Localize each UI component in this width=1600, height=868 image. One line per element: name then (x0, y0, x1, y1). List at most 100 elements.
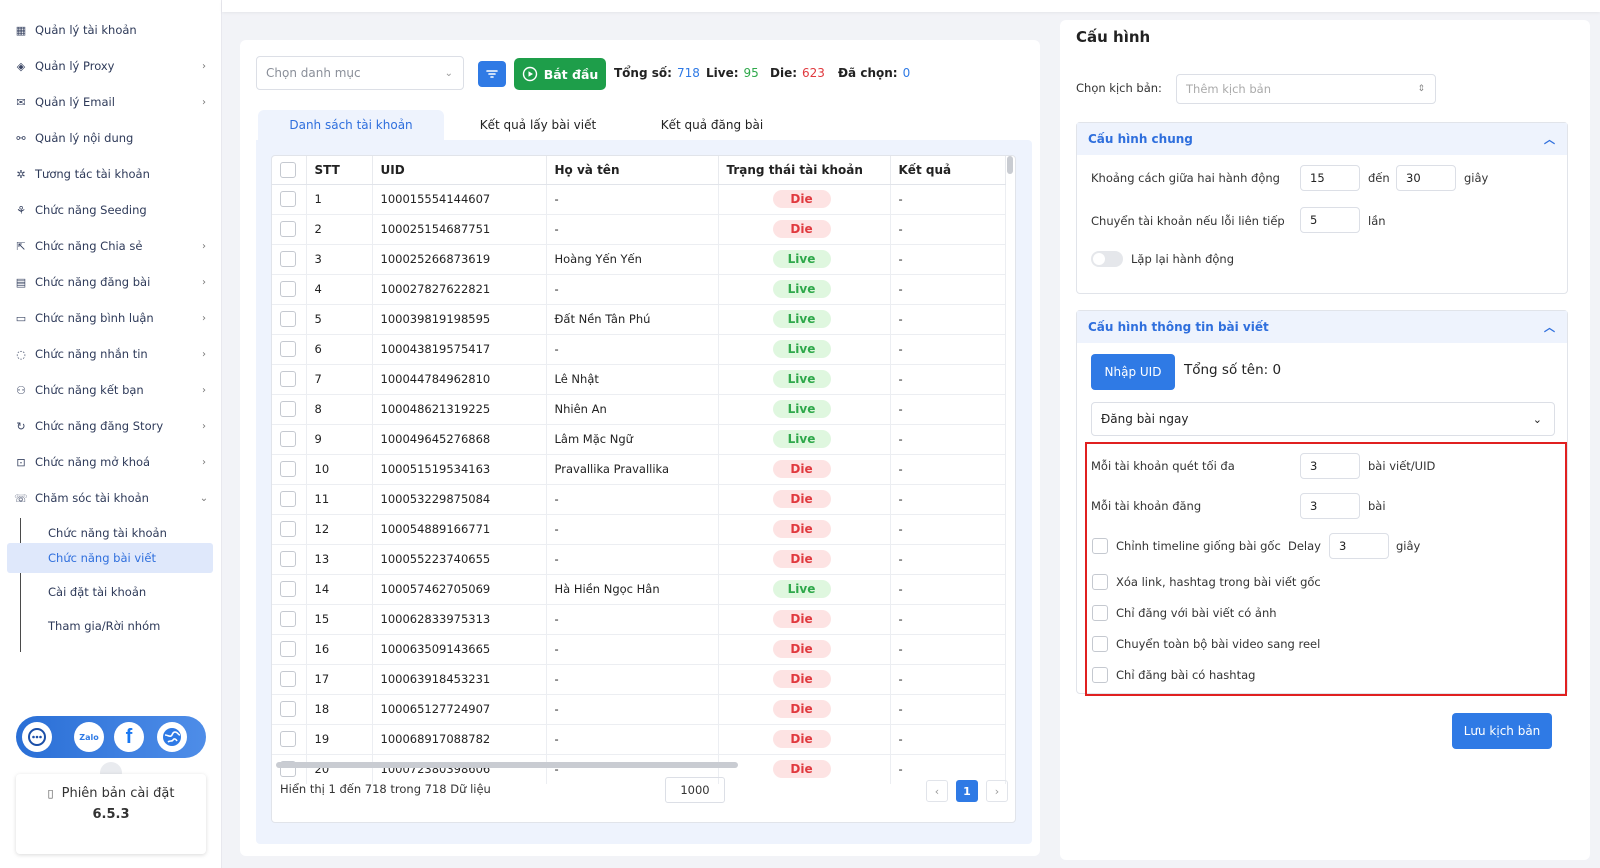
post-config-header[interactable]: Cấu hình thông tin bài viết ︿ (1077, 311, 1567, 343)
sidebar-item-5[interactable]: ✲ Tương tác tài khoản (14, 162, 210, 186)
row-checkbox[interactable] (280, 401, 296, 417)
vertical-scrollbar[interactable] (1007, 156, 1013, 174)
row-checkbox[interactable] (280, 281, 296, 297)
cell-status: Die (718, 514, 891, 545)
row-checkbox[interactable] (280, 311, 296, 327)
switch-account-input[interactable]: 5 (1300, 207, 1360, 233)
hashtag-only-checkbox[interactable] (1092, 667, 1108, 683)
support-icon[interactable] (22, 722, 52, 752)
sidebar-item-2[interactable]: ◈ Quản lý Proxy › (14, 54, 210, 78)
table-row[interactable]: 18 100065127724907- Die - (272, 694, 1006, 725)
import-uid-button[interactable]: Nhập UID (1091, 354, 1175, 390)
sidebar-item-12[interactable]: ↻ Chức năng đăng Story › (14, 414, 210, 438)
row-checkbox[interactable] (280, 491, 296, 507)
select-all-checkbox[interactable] (280, 161, 296, 178)
sidebar-subitem-post-functions[interactable]: Chức năng bài viết (7, 543, 213, 573)
sidebar-item-7[interactable]: ⇱ Chức năng Chia sẻ › (14, 234, 210, 258)
filter-button[interactable] (478, 61, 506, 87)
sidebar-item-10[interactable]: ◌ Chức năng nhắn tin › (14, 342, 210, 366)
delay-input[interactable]: 3 (1329, 533, 1389, 559)
sidebar-item-8[interactable]: ▤ Chức năng đăng bài › (14, 270, 210, 294)
row-checkbox[interactable] (280, 701, 296, 717)
grid-icon: ▦ (15, 23, 27, 37)
sidebar-item-13[interactable]: ⊡ Chức năng mở khoá › (14, 450, 210, 474)
table-row[interactable]: 6 100043819575417- Live - (272, 334, 1006, 365)
row-checkbox[interactable] (280, 431, 296, 447)
interval-to-input[interactable]: 30 (1396, 165, 1456, 191)
table-row[interactable]: 5 100039819198595 Đất Nền Tân Phú Live - (272, 304, 1006, 335)
chevron-up-icon[interactable]: ︿ (1544, 131, 1555, 147)
max-scan-input[interactable]: 3 (1300, 453, 1360, 479)
sidebar-item-3[interactable]: ✉ Quản lý Email › (14, 90, 210, 114)
table-row[interactable]: 4 100027827622821- Live - (272, 274, 1006, 305)
row-checkbox[interactable] (280, 581, 296, 597)
post-mode-select[interactable]: Đăng bài ngay ⌄ (1091, 402, 1555, 436)
sidebar-subitem-account-settings[interactable]: Cài đặt tài khoản (21, 577, 213, 607)
table-row[interactable]: 11 100053229875084- Die - (272, 484, 1006, 515)
status-badge: Die (772, 700, 831, 718)
tab-accounts[interactable]: Danh sách tài khoản (258, 110, 444, 140)
table-row[interactable]: 19 100068917088782- Die - (272, 724, 1006, 755)
row-checkbox[interactable] (280, 341, 296, 357)
cell-name: - (546, 634, 719, 665)
sidebar-item-14[interactable]: ☏ Chăm sóc tài khoản ⌄ (14, 486, 210, 510)
timeline-checkbox[interactable] (1092, 538, 1108, 554)
prev-page-button[interactable]: ‹ (926, 780, 948, 802)
remove-links-checkbox[interactable] (1092, 574, 1108, 590)
sidebar-item-11[interactable]: ⚇ Chức năng kết bạn › (14, 378, 210, 402)
table-row[interactable]: 17 100063918453231- Die - (272, 664, 1006, 695)
chevron-up-icon[interactable]: ︿ (1544, 319, 1555, 335)
table-row[interactable]: 13 100055223740655- Die - (272, 544, 1006, 575)
sidebar-item-6[interactable]: ⚘ Chức năng Seeding (14, 198, 210, 222)
row-checkbox[interactable] (280, 191, 296, 207)
table-row[interactable]: 15 100062833975313- Die - (272, 604, 1006, 635)
table-row[interactable]: 16 100063509143665- Die - (272, 634, 1006, 665)
zalo-icon[interactable]: Zalo (74, 722, 104, 752)
row-checkbox[interactable] (280, 521, 296, 537)
table-row[interactable]: 7 100044784962810 Lê Nhật Live - (272, 364, 1006, 395)
save-script-button[interactable]: Lưu kịch bản (1452, 713, 1552, 749)
row-checkbox[interactable] (280, 641, 296, 657)
next-page-button[interactable]: › (986, 780, 1008, 802)
row-checkbox[interactable] (280, 671, 296, 687)
tab-fetch-results[interactable]: Kết quả lấy bài viết (460, 110, 616, 140)
table-row[interactable]: 14 100057462705069 Hà Hiền Ngọc Hân Live - (272, 574, 1006, 605)
sidebar-subitem-groups[interactable]: Tham gia/Rời nhóm (21, 611, 213, 641)
row-checkbox[interactable] (280, 731, 296, 747)
status-badge: Live (772, 310, 831, 328)
tab-post-results[interactable]: Kết quả đăng bài (636, 110, 788, 140)
globe-icon[interactable] (157, 722, 187, 752)
repeat-toggle[interactable] (1091, 251, 1123, 267)
table-row[interactable]: 2 100025154687751- Die - (272, 214, 1006, 245)
table-row[interactable]: 12 100054889166771- Die - (272, 514, 1006, 545)
sidebar-item-1[interactable]: ▦ Quản lý tài khoản (14, 18, 210, 42)
row-checkbox[interactable] (280, 251, 296, 267)
switch-account-label: Chuyển tài khoản nếu lỗi liên tiếp (1091, 214, 1285, 228)
sidebar-item-9[interactable]: ▭ Chức năng bình luận › (14, 306, 210, 330)
table-row[interactable]: 3 100025266873619 Hoàng Yến Yến Live - (272, 244, 1006, 275)
video-to-reel-checkbox[interactable] (1092, 636, 1108, 652)
row-checkbox[interactable] (280, 221, 296, 237)
sidebar-item-4[interactable]: ⚯ Quản lý nội dung (14, 126, 210, 150)
horizontal-scrollbar[interactable] (276, 762, 738, 768)
table-row[interactable]: 8 100048621319225 Nhiên An Live - (272, 394, 1006, 425)
table-row[interactable]: 10 100051519534163 Pravallika Pravallika Di… (272, 454, 1006, 485)
row-checkbox[interactable] (280, 611, 296, 627)
page-size-input[interactable]: 1000 (665, 777, 725, 803)
table-row[interactable]: 20 100072380398606- Die - (272, 754, 1006, 784)
page-1-button[interactable]: 1 (956, 780, 978, 802)
script-select[interactable]: Thêm kịch bản ⇕ (1176, 74, 1436, 104)
category-select[interactable]: Chọn danh mục ⌄ (256, 56, 464, 90)
start-button[interactable]: Bắt đầu (514, 58, 606, 90)
row-checkbox[interactable] (280, 551, 296, 567)
post-each-input[interactable]: 3 (1300, 493, 1360, 519)
table-scroll[interactable]: STT UID Họ và tên Trạng thái tài khoản K… (272, 156, 1015, 784)
table-row[interactable]: 1 100015554144607- Die - (272, 184, 1006, 215)
general-config-header[interactable]: Cấu hình chung ︿ (1077, 123, 1567, 155)
image-only-checkbox[interactable] (1092, 605, 1108, 621)
facebook-icon[interactable]: f (114, 722, 144, 752)
table-row[interactable]: 9 100049645276868 Lâm Mặc Ngữ Live - (272, 424, 1006, 455)
row-checkbox[interactable] (280, 461, 296, 477)
interval-from-input[interactable]: 15 (1300, 165, 1360, 191)
row-checkbox[interactable] (280, 371, 296, 387)
